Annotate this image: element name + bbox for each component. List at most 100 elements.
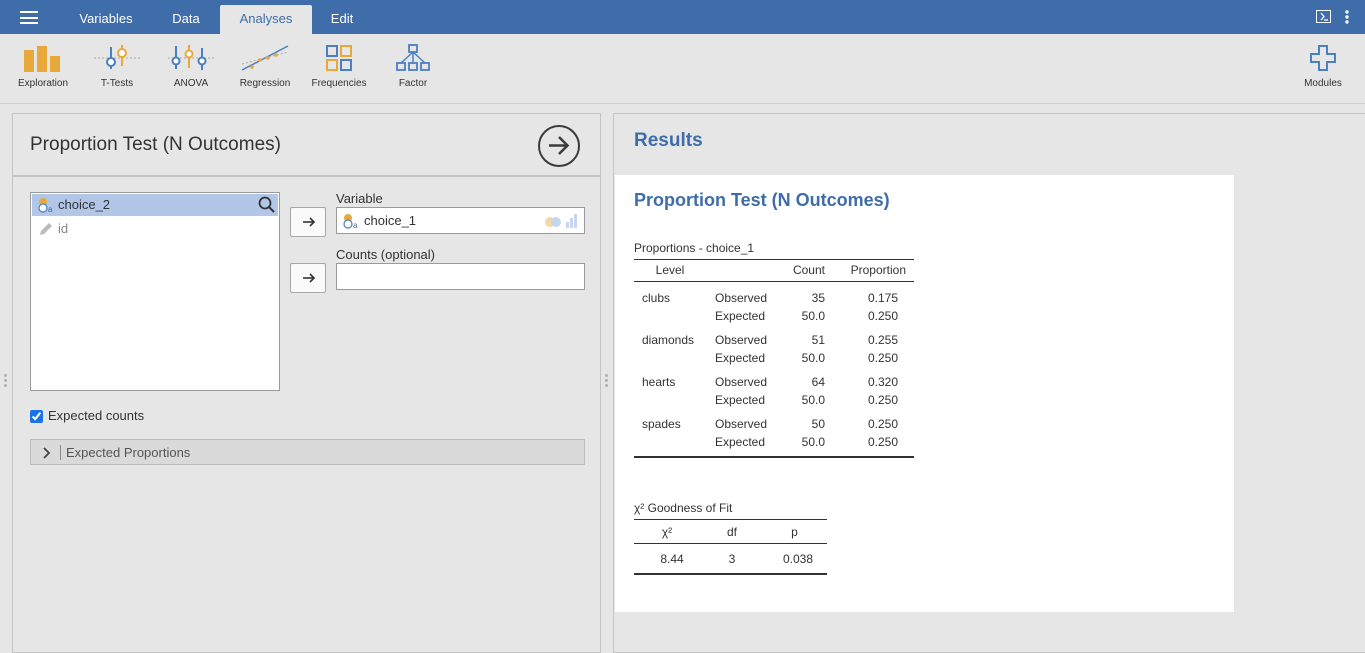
variable-label: Variable xyxy=(336,191,383,206)
table-header-rule xyxy=(634,281,914,282)
proportion-cell: 0.250 xyxy=(867,417,898,431)
table-bottom-rule xyxy=(634,456,914,458)
proportion-cell: 0.175 xyxy=(867,291,898,305)
options-title: Proportion Test (N Outcomes) xyxy=(30,134,281,155)
proportion-cell: 0.250 xyxy=(867,309,898,323)
exploration-button[interactable]: Exploration xyxy=(8,44,78,100)
counts-label: Counts (optional) xyxy=(336,247,435,262)
count-cell: 50.0 xyxy=(801,393,825,407)
panel-resize-handle[interactable] xyxy=(605,374,608,390)
gof-header-p: p xyxy=(791,525,798,539)
more-options-icon[interactable] xyxy=(1345,10,1349,29)
count-cell: 50.0 xyxy=(801,351,825,365)
gof-header-chi2: χ² xyxy=(661,525,673,539)
variable-item-id[interactable]: id xyxy=(32,218,278,240)
toggle-results-mode-icon[interactable] xyxy=(1316,10,1331,28)
factor-button[interactable]: Factor xyxy=(378,44,448,100)
expected-counts-input[interactable] xyxy=(30,410,43,423)
regression-icon xyxy=(241,45,289,71)
variable-item-choice-2[interactable]: a choice_2 xyxy=(32,194,278,216)
results-heading: Results xyxy=(634,130,703,151)
table-top-rule xyxy=(634,259,914,260)
regression-label: Regression xyxy=(239,78,291,89)
tab-data[interactable]: Data xyxy=(157,5,215,34)
gof-bottom-rule xyxy=(634,573,827,575)
run-analysis-button[interactable] xyxy=(538,125,580,167)
nominal-text-icon: a xyxy=(38,198,53,213)
variable-type-icons xyxy=(545,214,577,228)
available-variables-list[interactable]: a choice_2 id xyxy=(30,192,280,391)
expected-counts-label: Expected counts xyxy=(48,408,145,423)
proportion-cell: 0.250 xyxy=(867,435,898,449)
arrow-right-icon xyxy=(303,217,316,227)
gof-value-chi2: 8.44 xyxy=(660,552,684,566)
column-header-count: Count xyxy=(792,263,825,277)
variable-field[interactable]: a choice_1 xyxy=(336,207,585,234)
variable-name: choice_2 xyxy=(58,197,111,212)
t-tests-icon xyxy=(94,45,140,69)
count-cell: 51 xyxy=(811,333,825,347)
gof-value-p: 0.038 xyxy=(782,552,813,566)
count-cell: 64 xyxy=(811,375,825,389)
factor-icon xyxy=(396,44,430,71)
proportion-cell: 0.250 xyxy=(867,351,898,365)
move-to-variable-button[interactable] xyxy=(290,207,326,237)
chevron-right-icon xyxy=(43,447,51,459)
tab-analyses[interactable]: Analyses xyxy=(220,5,312,34)
variable-name: id xyxy=(58,221,69,236)
proportions-table-title: Proportions - choice_1 xyxy=(634,241,755,255)
t-tests-label: T-Tests xyxy=(100,78,134,89)
regression-button[interactable]: Regression xyxy=(230,44,300,100)
level-cell: clubs xyxy=(642,291,671,305)
frequencies-button[interactable]: Frequencies xyxy=(304,44,374,100)
results-card: Proportion Test (N Outcomes) Proportions… xyxy=(615,175,1234,612)
level-cell: hearts xyxy=(642,375,676,389)
frequencies-icon xyxy=(326,45,352,71)
anova-button[interactable]: ANOVA xyxy=(156,44,226,100)
main-menu-icon[interactable] xyxy=(20,11,38,24)
gof-header-rule xyxy=(634,543,827,544)
svg-text:a: a xyxy=(353,221,358,229)
count-cell: 50.0 xyxy=(801,435,825,449)
id-pencil-icon xyxy=(40,223,52,235)
exploration-icon xyxy=(24,46,60,72)
expected-proportions-collapser[interactable]: Expected Proportions xyxy=(30,439,585,465)
options-panel: Proportion Test (N Outcomes) a choice_2 … xyxy=(12,113,601,653)
expected-proportions-label: Expected Proportions xyxy=(66,445,191,460)
anova-icon xyxy=(168,45,214,70)
results-panel: Results Proportion Test (N Outcomes) Pro… xyxy=(613,113,1365,653)
analysis-ribbon: Exploration T-Tests ANOVA Regression Fre… xyxy=(0,34,1365,104)
modules-label: Modules xyxy=(1304,78,1342,89)
gof-header-df: df xyxy=(726,525,737,539)
counts-field[interactable] xyxy=(336,263,585,290)
tab-variables[interactable]: Variables xyxy=(66,5,146,34)
gof-table-title: χ² Goodness of Fit xyxy=(634,501,733,515)
exploration-label: Exploration xyxy=(17,78,69,89)
level-cell: diamonds xyxy=(642,333,695,347)
left-resize-handle[interactable] xyxy=(4,374,7,390)
move-to-counts-button[interactable] xyxy=(290,263,326,293)
factor-label: Factor xyxy=(398,78,428,89)
proportion-cell: 0.255 xyxy=(867,333,898,347)
arrow-right-icon xyxy=(303,273,316,283)
frequencies-label: Frequencies xyxy=(311,78,367,89)
gof-value-df: 3 xyxy=(728,552,736,566)
tab-edit[interactable]: Edit xyxy=(318,5,366,34)
plus-icon xyxy=(1310,45,1336,71)
count-cell: 50.0 xyxy=(801,309,825,323)
modules-button[interactable]: Modules xyxy=(1288,44,1358,100)
variable-value: choice_1 xyxy=(364,213,417,228)
nominal-text-icon: a xyxy=(343,214,358,229)
column-header-level: Level xyxy=(655,263,685,277)
count-cell: 50 xyxy=(811,417,825,431)
anova-label: ANOVA xyxy=(173,78,209,89)
gof-top-rule xyxy=(634,519,827,520)
proportion-cell: 0.320 xyxy=(867,375,898,389)
count-cell: 35 xyxy=(811,291,825,305)
collapser-separator xyxy=(60,445,61,460)
options-divider xyxy=(13,175,600,177)
column-header-proportion: Proportion xyxy=(850,263,906,277)
search-icon[interactable] xyxy=(257,195,277,215)
arrow-right-icon xyxy=(549,136,570,155)
t-tests-button[interactable]: T-Tests xyxy=(82,44,152,100)
